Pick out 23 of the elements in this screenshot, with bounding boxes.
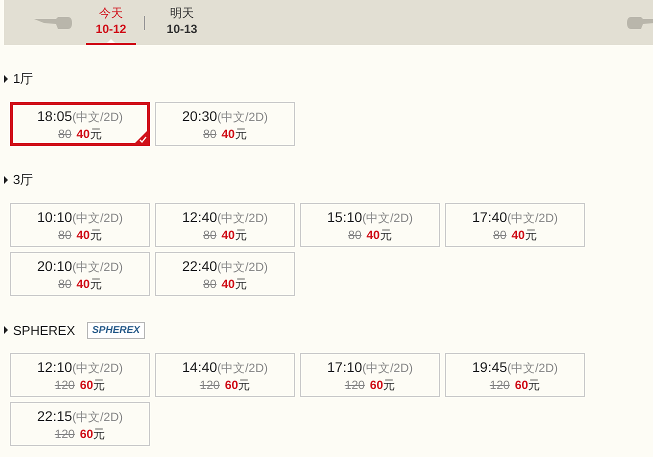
hall-name: SPHEREX — [13, 322, 76, 338]
session-card[interactable]: 14:40(中文/2D) 120 60元 — [155, 353, 295, 397]
check-corner-icon — [134, 130, 148, 144]
triangle-icon — [4, 326, 8, 334]
triangle-icon — [4, 176, 8, 184]
hall-logo: SPHEREX — [87, 322, 145, 338]
session-card[interactable]: 17:10(中文/2D) 120 60元 — [300, 353, 440, 397]
session-card[interactable]: 17:40(中文/2D) 80 40元 — [445, 203, 585, 247]
hall-name: 1厅 — [13, 70, 34, 88]
session-card[interactable]: 20:10(中文/2D) 80 40元 — [10, 252, 150, 296]
session-card[interactable]: 22:15(中文/2D) 120 60元 — [10, 402, 150, 446]
session-card[interactable]: 19:45(中文/2D) 120 60元 — [445, 353, 585, 397]
date-tab[interactable]: 明天 10-13 — [157, 0, 207, 45]
session-card[interactable]: 22:40(中文/2D) 80 40元 — [155, 252, 295, 296]
session-card[interactable]: 15:10(中文/2D) 80 40元 — [300, 203, 440, 247]
hall-name: 3厅 — [13, 171, 34, 189]
session-card[interactable]: 20:30(中文/2D) 80 40元 — [155, 102, 295, 146]
session-card[interactable]: 18:05(中文/2D) 80 40元 — [10, 102, 150, 146]
date-tab[interactable]: 今天 10-12 — [86, 0, 136, 45]
session-card[interactable]: 12:40(中文/2D) 80 40元 — [155, 203, 295, 247]
triangle-icon — [4, 75, 8, 83]
session-card[interactable]: 12:10(中文/2D) 120 60元 — [10, 353, 150, 397]
session-card[interactable]: 10:10(中文/2D) 80 40元 — [10, 203, 150, 247]
